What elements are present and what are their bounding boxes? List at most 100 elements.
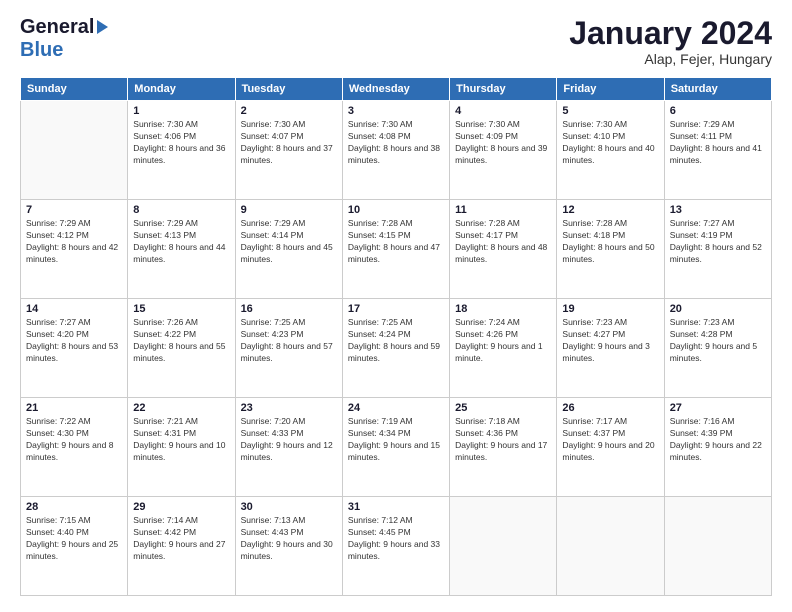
day-info: Sunrise: 7:22 AM Sunset: 4:30 PM Dayligh… xyxy=(26,416,122,464)
day-number: 16 xyxy=(241,303,337,315)
day-number: 13 xyxy=(670,204,766,216)
day-number: 7 xyxy=(26,204,122,216)
logo: General Blue xyxy=(20,16,108,62)
day-info: Sunrise: 7:18 AM Sunset: 4:36 PM Dayligh… xyxy=(455,416,551,464)
day-info: Sunrise: 7:17 AM Sunset: 4:37 PM Dayligh… xyxy=(562,416,658,464)
day-info: Sunrise: 7:25 AM Sunset: 4:23 PM Dayligh… xyxy=(241,317,337,365)
table-row: 28 Sunrise: 7:15 AM Sunset: 4:40 PM Dayl… xyxy=(21,497,128,596)
table-row: 31 Sunrise: 7:12 AM Sunset: 4:45 PM Dayl… xyxy=(342,497,449,596)
table-row: 5 Sunrise: 7:30 AM Sunset: 4:10 PM Dayli… xyxy=(557,101,664,200)
table-row: 20 Sunrise: 7:23 AM Sunset: 4:28 PM Dayl… xyxy=(664,299,771,398)
header: General Blue January 2024 Alap, Fejer, H… xyxy=(20,16,772,67)
day-info: Sunrise: 7:16 AM Sunset: 4:39 PM Dayligh… xyxy=(670,416,766,464)
day-number: 3 xyxy=(348,105,444,117)
day-info: Sunrise: 7:24 AM Sunset: 4:26 PM Dayligh… xyxy=(455,317,551,365)
header-wednesday: Wednesday xyxy=(342,78,449,101)
table-row: 18 Sunrise: 7:24 AM Sunset: 4:26 PM Dayl… xyxy=(450,299,557,398)
table-row: 1 Sunrise: 7:30 AM Sunset: 4:06 PM Dayli… xyxy=(128,101,235,200)
table-row: 21 Sunrise: 7:22 AM Sunset: 4:30 PM Dayl… xyxy=(21,398,128,497)
day-number: 30 xyxy=(241,501,337,513)
day-number: 29 xyxy=(133,501,229,513)
table-row: 6 Sunrise: 7:29 AM Sunset: 4:11 PM Dayli… xyxy=(664,101,771,200)
table-row: 2 Sunrise: 7:30 AM Sunset: 4:07 PM Dayli… xyxy=(235,101,342,200)
page: General Blue January 2024 Alap, Fejer, H… xyxy=(0,0,792,612)
table-row: 25 Sunrise: 7:18 AM Sunset: 4:36 PM Dayl… xyxy=(450,398,557,497)
table-row: 13 Sunrise: 7:27 AM Sunset: 4:19 PM Dayl… xyxy=(664,200,771,299)
day-number: 26 xyxy=(562,402,658,414)
day-number: 18 xyxy=(455,303,551,315)
day-info: Sunrise: 7:13 AM Sunset: 4:43 PM Dayligh… xyxy=(241,515,337,563)
day-number: 11 xyxy=(455,204,551,216)
day-info: Sunrise: 7:29 AM Sunset: 4:12 PM Dayligh… xyxy=(26,218,122,266)
day-info: Sunrise: 7:27 AM Sunset: 4:20 PM Dayligh… xyxy=(26,317,122,365)
logo-triangle-icon xyxy=(97,20,108,34)
table-row: 16 Sunrise: 7:25 AM Sunset: 4:23 PM Dayl… xyxy=(235,299,342,398)
day-info: Sunrise: 7:23 AM Sunset: 4:28 PM Dayligh… xyxy=(670,317,766,365)
day-number: 10 xyxy=(348,204,444,216)
month-title: January 2024 xyxy=(569,16,772,51)
calendar-week-row: 21 Sunrise: 7:22 AM Sunset: 4:30 PM Dayl… xyxy=(21,398,772,497)
day-number: 17 xyxy=(348,303,444,315)
day-info: Sunrise: 7:28 AM Sunset: 4:18 PM Dayligh… xyxy=(562,218,658,266)
day-number: 8 xyxy=(133,204,229,216)
day-info: Sunrise: 7:26 AM Sunset: 4:22 PM Dayligh… xyxy=(133,317,229,365)
day-info: Sunrise: 7:30 AM Sunset: 4:08 PM Dayligh… xyxy=(348,119,444,167)
header-monday: Monday xyxy=(128,78,235,101)
table-row: 10 Sunrise: 7:28 AM Sunset: 4:15 PM Dayl… xyxy=(342,200,449,299)
day-number: 24 xyxy=(348,402,444,414)
day-info: Sunrise: 7:25 AM Sunset: 4:24 PM Dayligh… xyxy=(348,317,444,365)
day-number: 1 xyxy=(133,105,229,117)
day-info: Sunrise: 7:29 AM Sunset: 4:13 PM Dayligh… xyxy=(133,218,229,266)
day-number: 31 xyxy=(348,501,444,513)
table-row: 22 Sunrise: 7:21 AM Sunset: 4:31 PM Dayl… xyxy=(128,398,235,497)
table-row: 15 Sunrise: 7:26 AM Sunset: 4:22 PM Dayl… xyxy=(128,299,235,398)
calendar-week-row: 14 Sunrise: 7:27 AM Sunset: 4:20 PM Dayl… xyxy=(21,299,772,398)
table-row: 14 Sunrise: 7:27 AM Sunset: 4:20 PM Dayl… xyxy=(21,299,128,398)
day-number: 2 xyxy=(241,105,337,117)
calendar-week-row: 1 Sunrise: 7:30 AM Sunset: 4:06 PM Dayli… xyxy=(21,101,772,200)
table-row: 8 Sunrise: 7:29 AM Sunset: 4:13 PM Dayli… xyxy=(128,200,235,299)
day-number: 15 xyxy=(133,303,229,315)
day-info: Sunrise: 7:19 AM Sunset: 4:34 PM Dayligh… xyxy=(348,416,444,464)
table-row: 11 Sunrise: 7:28 AM Sunset: 4:17 PM Dayl… xyxy=(450,200,557,299)
weekday-header-row: Sunday Monday Tuesday Wednesday Thursday… xyxy=(21,78,772,101)
header-sunday: Sunday xyxy=(21,78,128,101)
header-friday: Friday xyxy=(557,78,664,101)
logo-general: General xyxy=(20,16,94,39)
day-number: 19 xyxy=(562,303,658,315)
table-row: 26 Sunrise: 7:17 AM Sunset: 4:37 PM Dayl… xyxy=(557,398,664,497)
day-number: 14 xyxy=(26,303,122,315)
day-info: Sunrise: 7:14 AM Sunset: 4:42 PM Dayligh… xyxy=(133,515,229,563)
table-row: 3 Sunrise: 7:30 AM Sunset: 4:08 PM Dayli… xyxy=(342,101,449,200)
calendar-week-row: 28 Sunrise: 7:15 AM Sunset: 4:40 PM Dayl… xyxy=(21,497,772,596)
day-number: 28 xyxy=(26,501,122,513)
day-info: Sunrise: 7:29 AM Sunset: 4:11 PM Dayligh… xyxy=(670,119,766,167)
day-number: 9 xyxy=(241,204,337,216)
table-row: 4 Sunrise: 7:30 AM Sunset: 4:09 PM Dayli… xyxy=(450,101,557,200)
day-number: 27 xyxy=(670,402,766,414)
day-number: 21 xyxy=(26,402,122,414)
header-thursday: Thursday xyxy=(450,78,557,101)
title-block: January 2024 Alap, Fejer, Hungary xyxy=(569,16,772,67)
table-row: 19 Sunrise: 7:23 AM Sunset: 4:27 PM Dayl… xyxy=(557,299,664,398)
day-number: 23 xyxy=(241,402,337,414)
logo-blue: Blue xyxy=(20,39,63,61)
day-info: Sunrise: 7:23 AM Sunset: 4:27 PM Dayligh… xyxy=(562,317,658,365)
table-row xyxy=(450,497,557,596)
table-row xyxy=(21,101,128,200)
day-info: Sunrise: 7:30 AM Sunset: 4:09 PM Dayligh… xyxy=(455,119,551,167)
calendar-table: Sunday Monday Tuesday Wednesday Thursday… xyxy=(20,77,772,596)
table-row: 29 Sunrise: 7:14 AM Sunset: 4:42 PM Dayl… xyxy=(128,497,235,596)
table-row: 24 Sunrise: 7:19 AM Sunset: 4:34 PM Dayl… xyxy=(342,398,449,497)
day-info: Sunrise: 7:21 AM Sunset: 4:31 PM Dayligh… xyxy=(133,416,229,464)
day-info: Sunrise: 7:20 AM Sunset: 4:33 PM Dayligh… xyxy=(241,416,337,464)
header-saturday: Saturday xyxy=(664,78,771,101)
header-tuesday: Tuesday xyxy=(235,78,342,101)
table-row: 9 Sunrise: 7:29 AM Sunset: 4:14 PM Dayli… xyxy=(235,200,342,299)
day-number: 5 xyxy=(562,105,658,117)
day-number: 6 xyxy=(670,105,766,117)
table-row: 7 Sunrise: 7:29 AM Sunset: 4:12 PM Dayli… xyxy=(21,200,128,299)
table-row xyxy=(664,497,771,596)
day-info: Sunrise: 7:29 AM Sunset: 4:14 PM Dayligh… xyxy=(241,218,337,266)
day-number: 25 xyxy=(455,402,551,414)
